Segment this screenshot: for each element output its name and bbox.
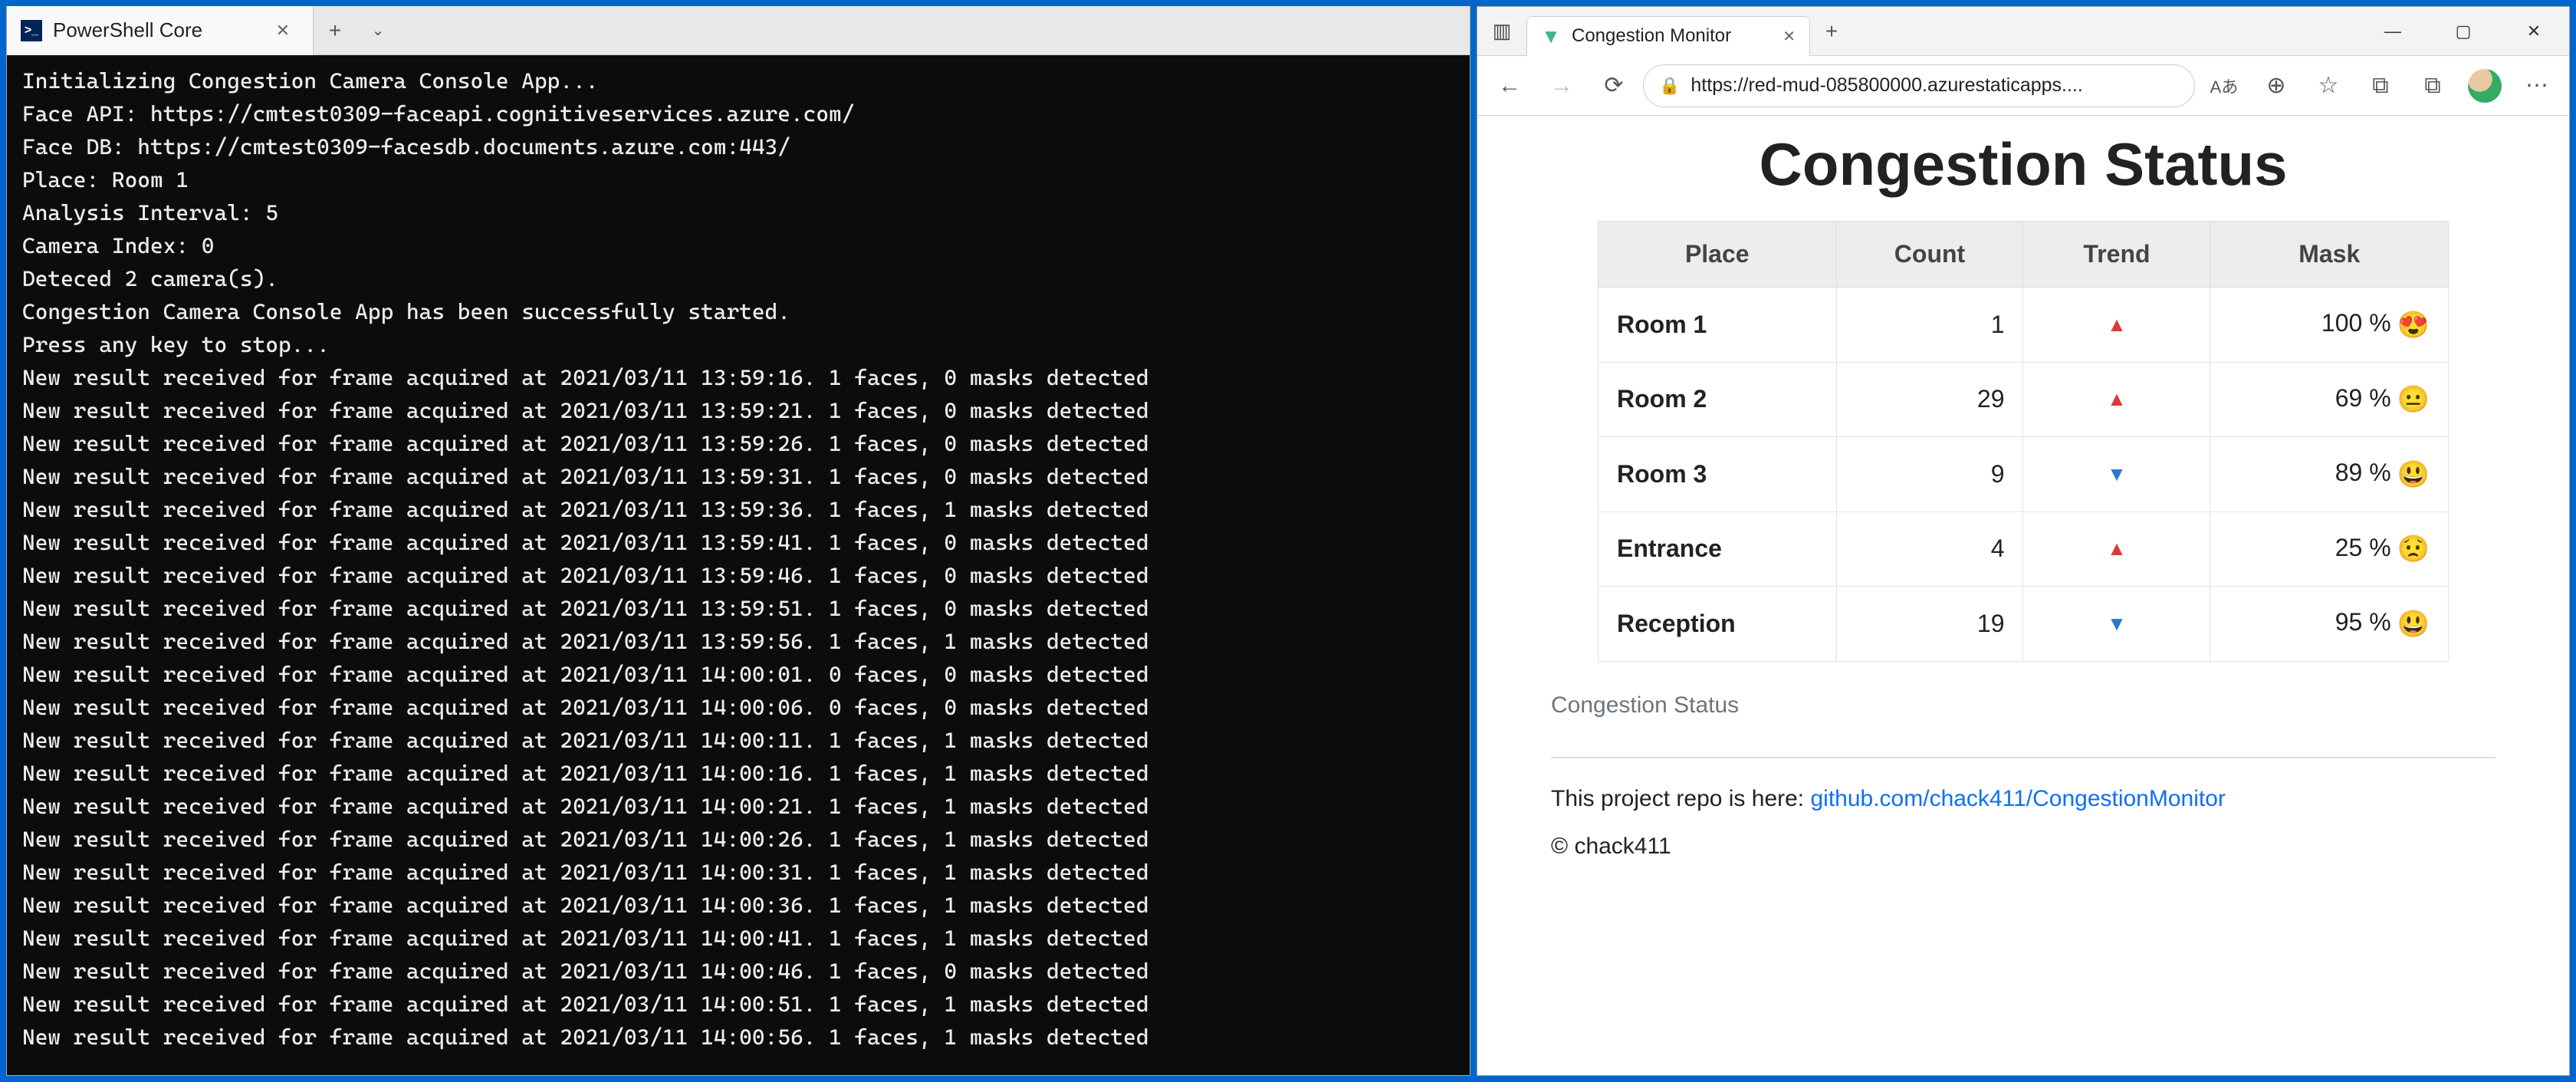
cell-place: Reception xyxy=(1598,587,1837,662)
powershell-new-tab-button[interactable]: + xyxy=(314,18,356,43)
window-minimize-button[interactable]: — xyxy=(2358,7,2428,56)
cell-count: 1 xyxy=(1836,288,2023,363)
trend-up-icon: ▲ xyxy=(2107,313,2127,336)
col-place: Place xyxy=(1598,222,1837,288)
browser-window: ▥ ▼ Congestion Monitor ✕ + — ▢ ✕ ← → ⟳ 🔒… xyxy=(1477,6,2570,1076)
powershell-window: >_ PowerShell Core ✕ + ⌄ Initializing Co… xyxy=(6,6,1470,1076)
cell-place: Room 1 xyxy=(1598,288,1837,363)
powershell-tab-close-icon[interactable]: ✕ xyxy=(271,21,294,41)
cell-trend: ▲ xyxy=(2023,362,2210,437)
window-close-button[interactable]: ✕ xyxy=(2499,7,2569,56)
trend-up-icon: ▲ xyxy=(2107,537,2127,560)
favorite-button[interactable]: ☆ xyxy=(2305,63,2351,109)
menu-button[interactable]: ⋯ xyxy=(2514,63,2560,109)
browser-tabbar: ▥ ▼ Congestion Monitor ✕ + — ▢ ✕ xyxy=(1477,7,2569,56)
terminal-output[interactable]: Initializing Congestion Camera Console A… xyxy=(7,55,1470,1075)
cell-trend: ▲ xyxy=(2023,288,2210,363)
col-mask: Mask xyxy=(2210,222,2449,288)
copyright: © chack411 xyxy=(1551,834,2496,860)
address-url: https://red-mud-085800000.azurestaticapp… xyxy=(1691,74,2082,97)
cell-place: Room 2 xyxy=(1598,362,1837,437)
cell-mask: 25 %😟 xyxy=(2210,511,2449,587)
mask-value: 69 % xyxy=(2335,384,2391,412)
divider xyxy=(1551,757,2496,758)
mask-emoji-icon: 😐 xyxy=(2397,385,2430,414)
repo-link[interactable]: github.com/chack411/CongestionMonitor xyxy=(1810,786,2225,811)
zoom-button[interactable]: ⊕ xyxy=(2253,63,2299,109)
cell-trend: ▲ xyxy=(2023,511,2210,587)
translate-button[interactable]: Aあ xyxy=(2201,63,2247,109)
browser-tab[interactable]: ▼ Congestion Monitor ✕ xyxy=(1526,16,1810,56)
cell-mask: 89 %😃 xyxy=(2210,437,2449,512)
cell-trend: ▼ xyxy=(2023,587,2210,662)
browser-new-tab-button[interactable]: + xyxy=(1810,19,1853,44)
cell-count: 4 xyxy=(1836,511,2023,587)
cell-count: 29 xyxy=(1836,362,2023,437)
browser-tab-close-icon[interactable]: ✕ xyxy=(1783,27,1796,46)
table-row: Room 229 ▲ 69 %😐 xyxy=(1598,362,2449,437)
repo-line: This project repo is here: github.com/ch… xyxy=(1551,786,2496,812)
trend-up-icon: ▲ xyxy=(2107,387,2127,410)
col-trend: Trend xyxy=(2023,222,2210,288)
avatar-icon xyxy=(2468,69,2502,103)
col-count: Count xyxy=(1836,222,2023,288)
mask-value: 89 % xyxy=(2335,459,2391,486)
mask-emoji-icon: 😃 xyxy=(2397,610,2430,639)
status-table: Place Count Trend Mask Room 11▲100 %😍Roo… xyxy=(1598,221,2449,662)
browser-tab-title: Congestion Monitor xyxy=(1572,25,1772,47)
browser-toolbar: ← → ⟳ 🔒 https://red-mud-085800000.azures… xyxy=(1477,56,2569,116)
trend-down-icon: ▼ xyxy=(2107,612,2127,635)
cell-mask: 100 %😍 xyxy=(2210,288,2449,363)
tracking-button[interactable]: ⧉ xyxy=(2358,63,2404,109)
window-controls: — ▢ ✕ xyxy=(2358,7,2569,56)
cell-mask: 95 %😃 xyxy=(2210,587,2449,662)
mask-value: 100 % xyxy=(2321,309,2391,337)
powershell-tab-dropdown-icon[interactable]: ⌄ xyxy=(356,21,399,40)
cell-place: Entrance xyxy=(1598,511,1837,587)
repo-prefix: This project repo is here: xyxy=(1551,786,1810,811)
window-maximize-button[interactable]: ▢ xyxy=(2428,7,2499,56)
mask-emoji-icon: 😍 xyxy=(2397,311,2430,340)
powershell-tab[interactable]: >_ PowerShell Core ✕ xyxy=(7,6,314,55)
mask-emoji-icon: 😟 xyxy=(2397,534,2430,564)
cell-count: 9 xyxy=(1836,437,2023,512)
mask-emoji-icon: 😃 xyxy=(2397,460,2430,489)
lock-icon: 🔒 xyxy=(1659,76,1680,96)
address-bar[interactable]: 🔒 https://red-mud-085800000.azurestatica… xyxy=(1643,64,2195,107)
powershell-tabbar: >_ PowerShell Core ✕ + ⌄ xyxy=(7,6,1470,55)
collections-button[interactable]: ⧉ xyxy=(2410,63,2456,109)
powershell-icon: >_ xyxy=(21,20,42,41)
trend-down-icon: ▼ xyxy=(2107,462,2127,485)
mask-value: 95 % xyxy=(2335,608,2391,636)
powershell-tab-title: PowerShell Core xyxy=(53,18,261,42)
forward-button[interactable]: → xyxy=(1539,63,1585,109)
mask-value: 25 % xyxy=(2335,534,2391,561)
profile-avatar[interactable] xyxy=(2462,63,2508,109)
vue-favicon-icon: ▼ xyxy=(1541,26,1561,46)
table-caption: Congestion Status xyxy=(1551,692,2496,719)
refresh-button[interactable]: ⟳ xyxy=(1591,63,1637,109)
table-row: Room 39 ▼ 89 %😃 xyxy=(1598,437,2449,512)
page-content: Congestion Status Place Count Trend Mask… xyxy=(1477,116,2569,1075)
cell-trend: ▼ xyxy=(2023,437,2210,512)
table-row: Entrance4 ▲ 25 %😟 xyxy=(1598,511,2449,587)
cell-place: Room 3 xyxy=(1598,437,1837,512)
vertical-tabs-icon[interactable]: ▥ xyxy=(1477,7,1526,56)
table-row: Room 11 ▲ 100 %😍 xyxy=(1598,288,2449,363)
cell-count: 19 xyxy=(1836,587,2023,662)
back-button[interactable]: ← xyxy=(1487,63,1533,109)
page-title: Congestion Status xyxy=(1551,130,2496,199)
table-header-row: Place Count Trend Mask xyxy=(1598,222,2449,288)
table-row: Reception19 ▼ 95 %😃 xyxy=(1598,587,2449,662)
cell-mask: 69 %😐 xyxy=(2210,362,2449,437)
